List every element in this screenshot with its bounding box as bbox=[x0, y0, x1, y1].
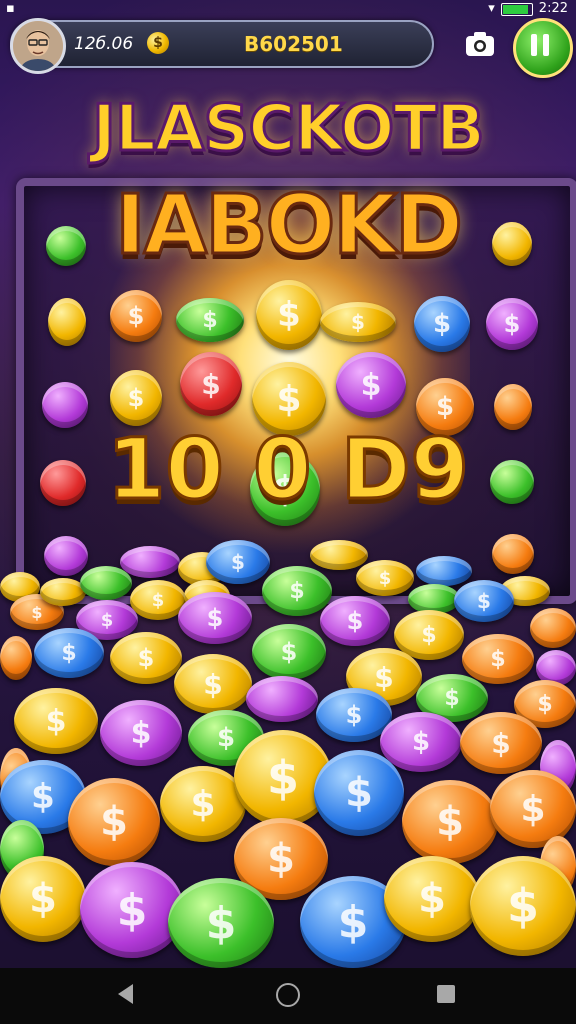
camera-icon bbox=[466, 32, 494, 56]
coin-token: $ bbox=[462, 634, 534, 684]
status-icons: ▾ 2:22 bbox=[488, 0, 568, 18]
coin-token: $ bbox=[178, 592, 252, 644]
coin-token: $ bbox=[110, 632, 182, 684]
signal-icon: ▾ bbox=[488, 1, 495, 16]
coin-token bbox=[80, 566, 132, 600]
game-title-line-2: IABOKD bbox=[114, 177, 465, 275]
coin-token: $ bbox=[470, 856, 576, 956]
nav-back-icon[interactable] bbox=[118, 984, 133, 1004]
coin-token: $ bbox=[414, 296, 470, 352]
coin-token: $ bbox=[174, 654, 252, 714]
player-level-text: 12б.06 bbox=[74, 34, 134, 54]
coin-token bbox=[246, 676, 318, 722]
coin-token: $ bbox=[168, 878, 274, 968]
coin-token bbox=[48, 298, 86, 346]
coin-token bbox=[310, 540, 368, 570]
coin-balance: B602501 bbox=[244, 32, 343, 56]
coin-token bbox=[120, 546, 180, 578]
clock: 2:22 bbox=[538, 1, 568, 16]
game-scene: ▪ ▾ 2:22 12б.06 $ B602501 JLASCKOTB IABO… bbox=[0, 0, 576, 1024]
coin-token: $ bbox=[0, 856, 86, 942]
coin-token: $ bbox=[252, 624, 326, 680]
coin-token bbox=[0, 636, 32, 680]
coin-token bbox=[44, 536, 88, 576]
coin-token: $ bbox=[14, 688, 98, 754]
coin-token: $ bbox=[262, 566, 332, 616]
coin-icon: $ bbox=[147, 32, 169, 54]
pause-button[interactable] bbox=[513, 18, 573, 78]
coin-token: $ bbox=[402, 780, 498, 864]
game-title-line-1: JLASCKOTB bbox=[91, 91, 487, 168]
avatar-face-icon bbox=[13, 21, 63, 71]
screenshot-button[interactable] bbox=[463, 30, 497, 60]
coin-token bbox=[492, 534, 534, 574]
status-bar: ▪ ▾ 2:22 bbox=[0, 0, 576, 18]
center-number-display: 10 0 D9 bbox=[105, 419, 470, 520]
coin-token: $ bbox=[320, 302, 396, 342]
nav-recents-icon[interactable] bbox=[437, 985, 455, 1003]
coin-token: $ bbox=[180, 352, 242, 416]
coin-token: $ bbox=[356, 560, 414, 596]
coin-token: $ bbox=[314, 750, 404, 836]
pause-icon bbox=[531, 34, 549, 56]
coin-token bbox=[492, 222, 532, 266]
coin-token: $ bbox=[384, 856, 480, 942]
top-hud-bar: 12б.06 $ B602501 bbox=[10, 18, 434, 74]
coin-token: $ bbox=[110, 290, 162, 342]
coin-token: $ bbox=[34, 628, 104, 678]
coin-token: $ bbox=[320, 596, 390, 646]
coin-token: $ bbox=[336, 352, 406, 418]
nav-home-icon[interactable] bbox=[276, 983, 300, 1007]
battery-icon bbox=[500, 2, 533, 16]
coin-token: $ bbox=[454, 580, 514, 622]
coin-token: $ bbox=[176, 298, 244, 342]
coin-token: $ bbox=[80, 862, 184, 958]
system-navigation-bar bbox=[0, 968, 576, 1024]
coin-token: $ bbox=[110, 370, 162, 426]
coin-token: $ bbox=[486, 298, 538, 350]
coin-token: $ bbox=[68, 778, 160, 866]
coin-token: $ bbox=[100, 700, 182, 766]
player-avatar[interactable] bbox=[10, 18, 66, 74]
coin-token bbox=[416, 556, 472, 586]
coin-token: $ bbox=[460, 712, 542, 774]
coin-token: $ bbox=[206, 540, 270, 584]
battery-fill bbox=[502, 4, 528, 14]
coin-token: $ bbox=[256, 280, 322, 350]
coin-token bbox=[46, 226, 86, 266]
coin-token: $ bbox=[380, 712, 462, 772]
coin-token bbox=[530, 608, 576, 648]
notification-icons: ▪ bbox=[6, 1, 15, 16]
